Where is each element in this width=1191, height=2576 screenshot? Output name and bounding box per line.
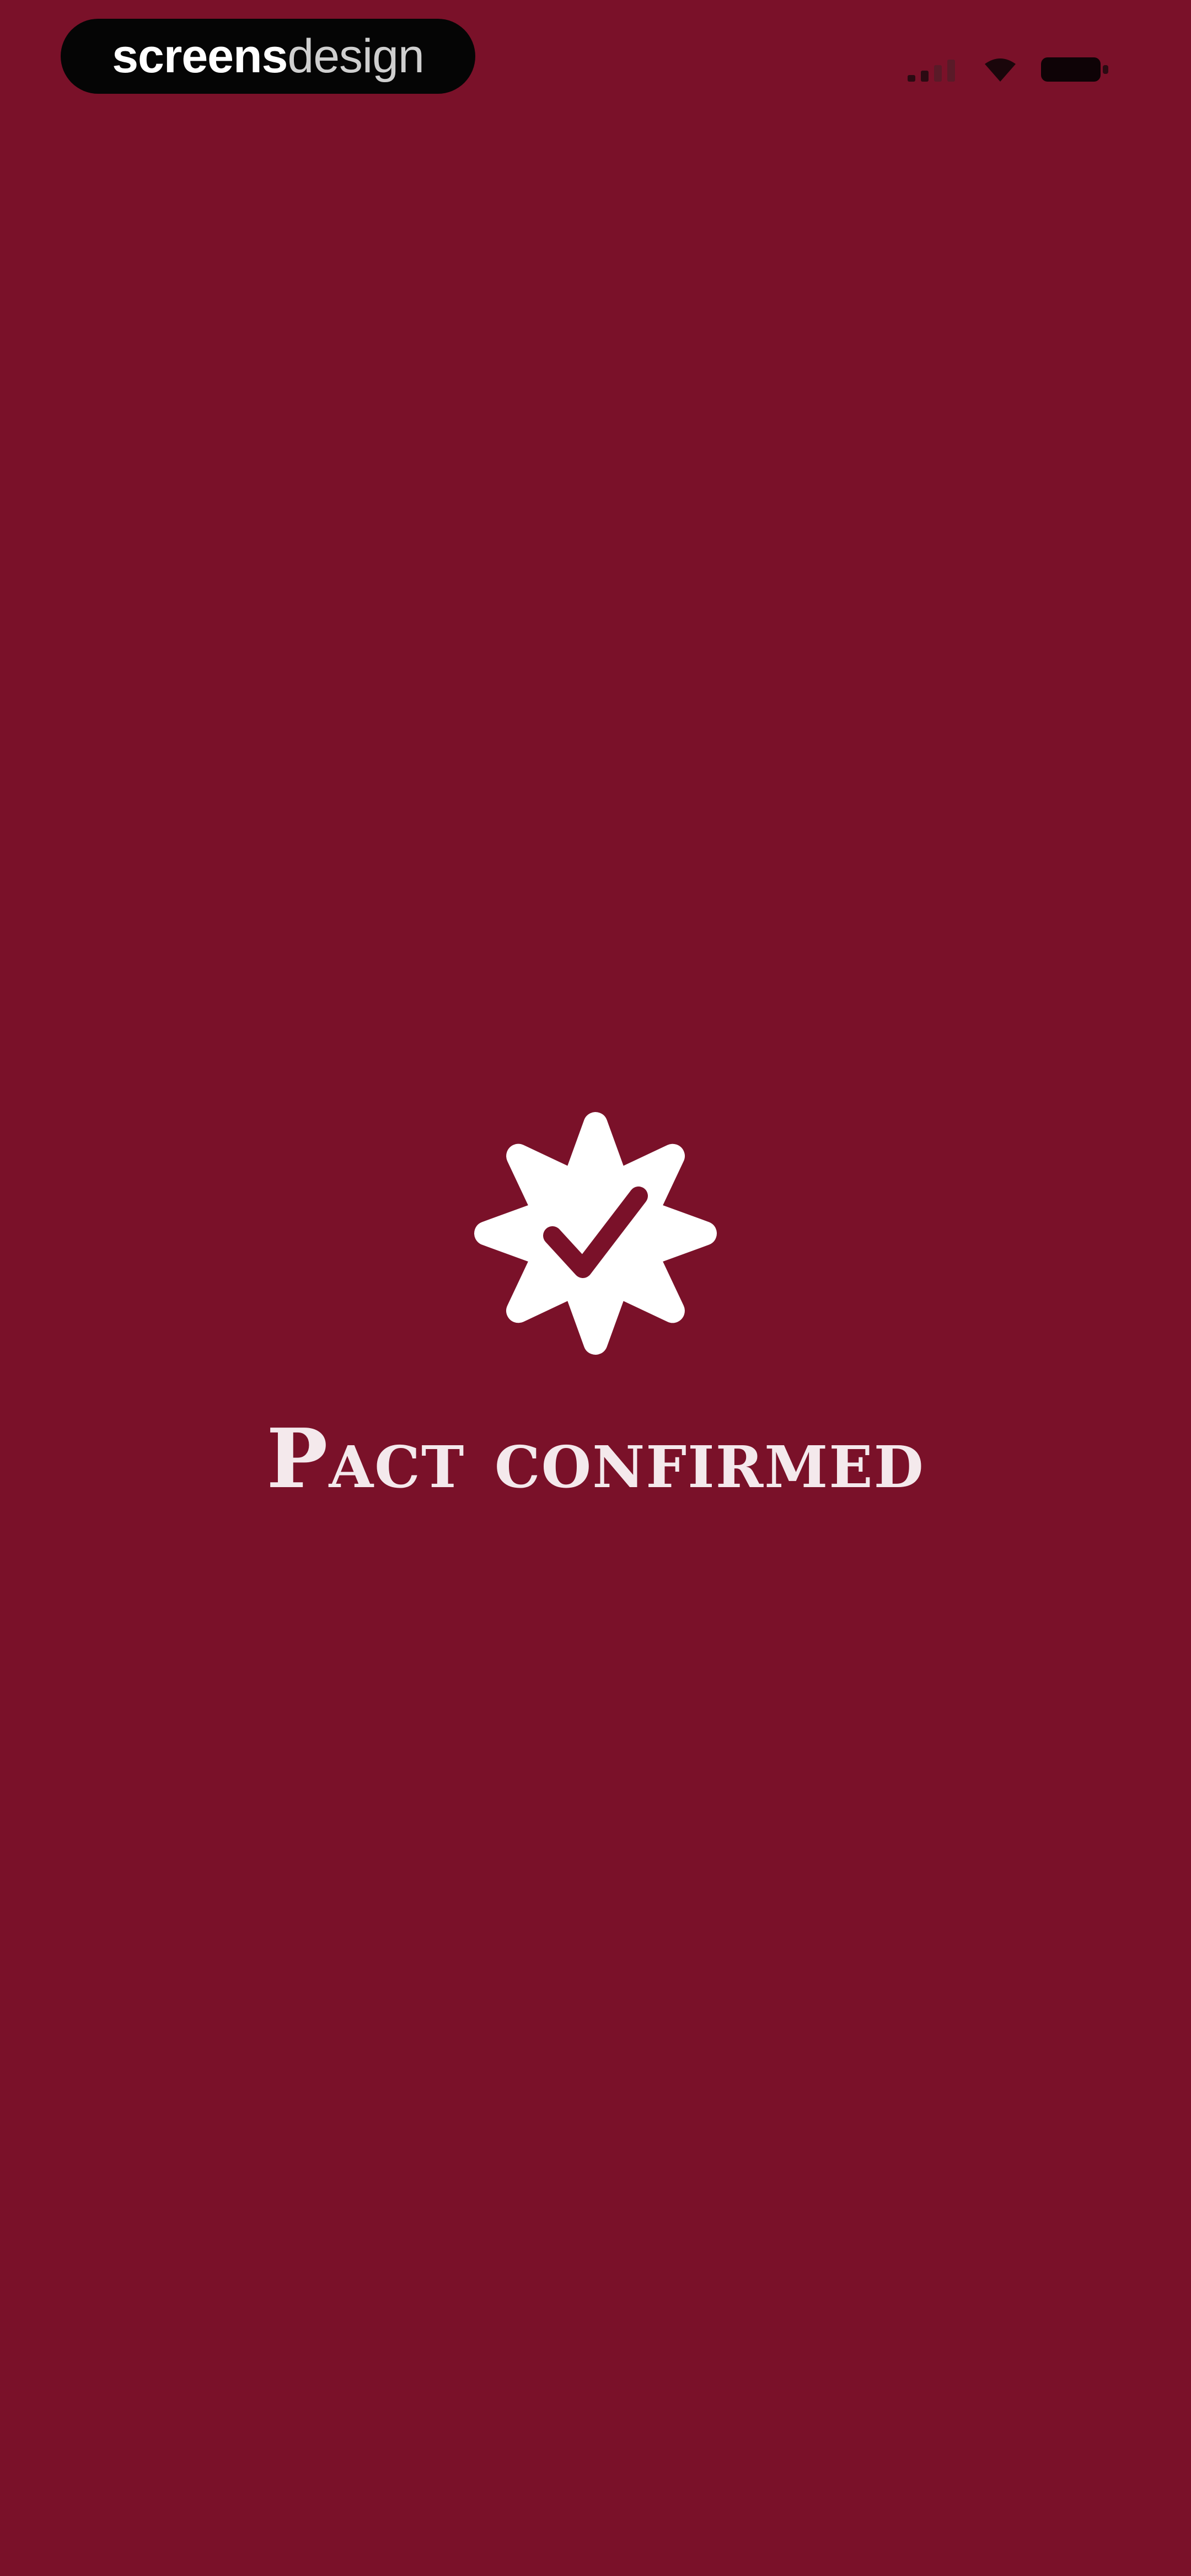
confirmation-title: Pact confirmed xyxy=(266,1410,925,1506)
status-bar-icons xyxy=(908,53,1110,86)
screensdesign-watermark: screensdesign xyxy=(61,19,475,94)
pact-confirmed-screen: screensdesign Pact confirmed xyxy=(0,0,1191,2576)
battery-icon xyxy=(1040,54,1110,85)
wifi-icon xyxy=(983,56,1018,83)
watermark-light-part: design xyxy=(287,30,424,83)
verified-check-badge-icon xyxy=(470,1108,721,1359)
watermark-bold-part: screens xyxy=(112,30,288,83)
cellular-signal-icon xyxy=(908,57,961,82)
watermark-text: screensdesign xyxy=(112,30,425,83)
